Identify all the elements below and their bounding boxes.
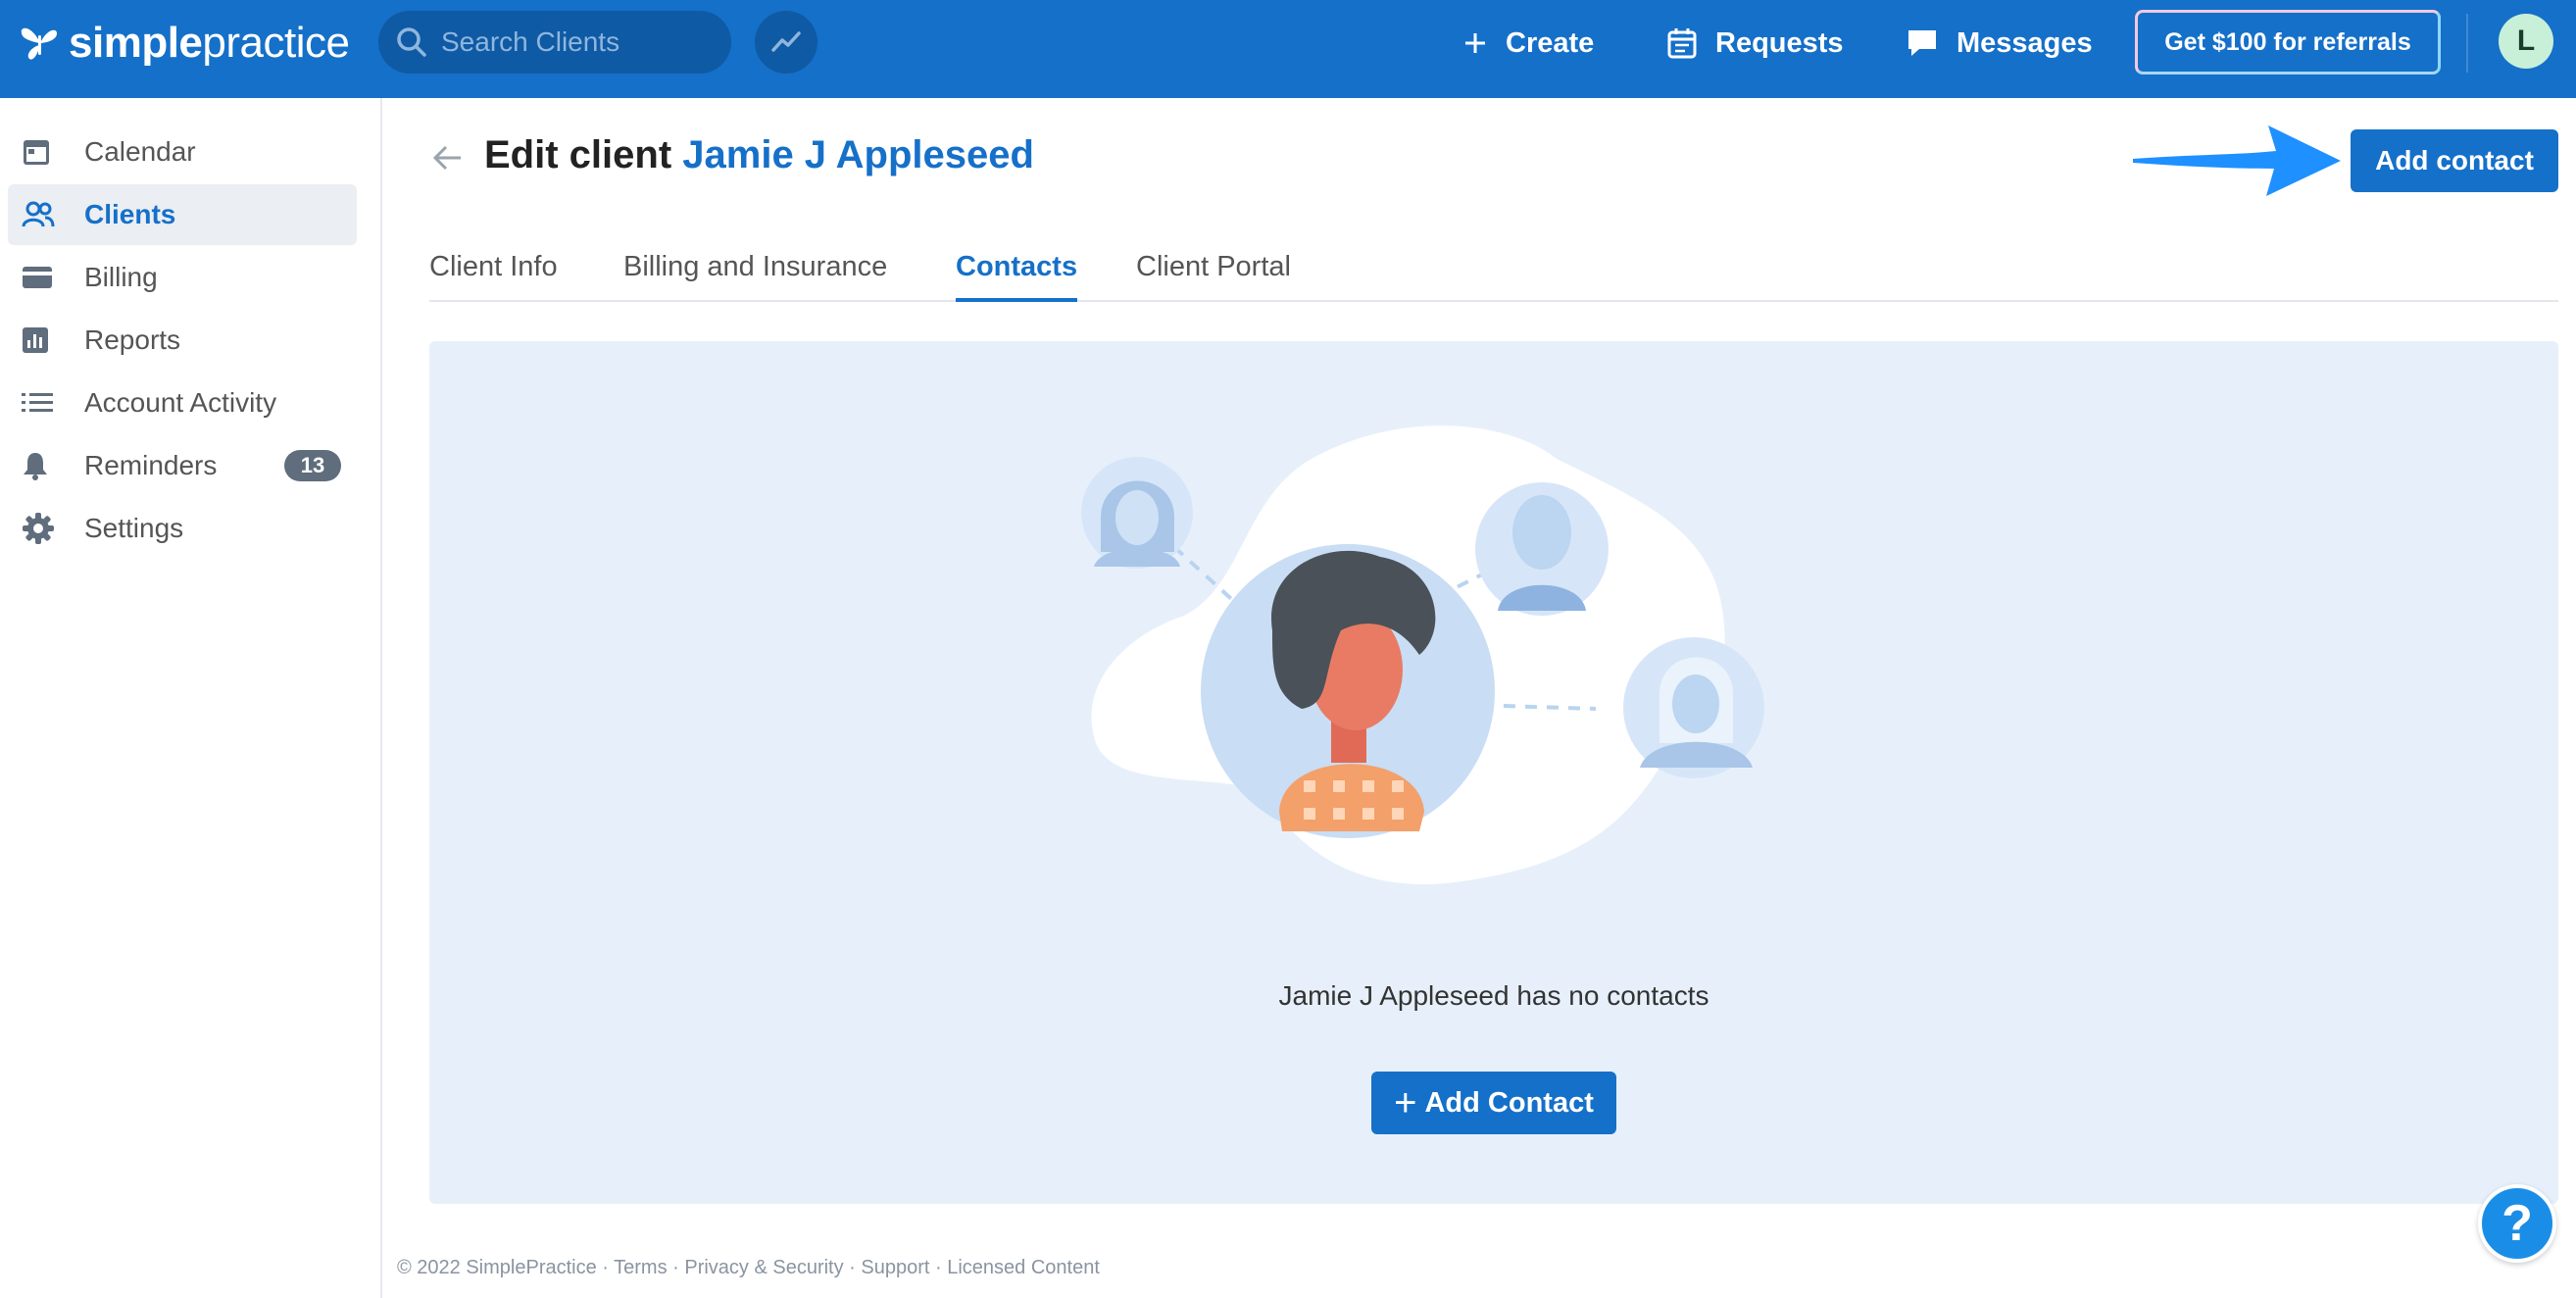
billing-icon [22, 265, 63, 290]
insights-button[interactable] [755, 11, 817, 74]
back-arrow-icon [432, 145, 461, 171]
no-contacts-message: Jamie J Appleseed has no contacts [1278, 980, 1709, 1011]
requests-button[interactable]: Requests [1666, 22, 1844, 65]
chat-bubble-icon [1908, 30, 1936, 56]
plus-icon [1465, 33, 1485, 53]
add-contact-button[interactable]: Add contact [2351, 129, 2558, 192]
gear-icon [22, 512, 63, 545]
list-icon [22, 391, 63, 415]
search-input[interactable] [441, 26, 706, 58]
calendar-icon [22, 137, 63, 167]
logo-wordmark: simplepractice [69, 19, 350, 67]
add-contact-label: Add Contact [1424, 1086, 1594, 1119]
title-prefix: Edit client [484, 133, 672, 176]
create-label: Create [1506, 26, 1595, 59]
sidebar-item-settings[interactable]: Settings [8, 498, 357, 559]
simplepractice-logo[interactable]: simplepractice [18, 14, 350, 73]
sidebar-item-label: Clients [84, 199, 176, 229]
create-button[interactable]: Create [1462, 22, 1594, 65]
annotation-arrow-icon [2133, 125, 2341, 196]
messages-button[interactable]: Messages [1906, 22, 2093, 65]
sidebar-item-label: Billing [84, 262, 158, 292]
add-contact-empty-state-button[interactable]: + Add Contact [1371, 1072, 1616, 1134]
tab-client-portal[interactable]: Client Portal [1136, 251, 1291, 302]
tab-contacts[interactable]: Contacts [956, 251, 1078, 302]
sidebar: Calendar Clients Billing Reports Account… [0, 98, 382, 1298]
sidebar-item-reports[interactable]: Reports [8, 310, 357, 371]
referral-button[interactable]: Get $100 for referrals [2135, 10, 2441, 75]
sidebar-item-label: Settings [84, 513, 184, 543]
plus-icon: + [1394, 1081, 1417, 1124]
tab-billing-and-insurance[interactable]: Billing and Insurance [623, 251, 887, 302]
search-clients-box[interactable] [378, 11, 731, 74]
sidebar-item-label: Reports [84, 324, 181, 355]
trend-line-icon [771, 31, 801, 52]
bell-icon [22, 451, 63, 480]
sidebar-item-account-activity[interactable]: Account Activity [8, 373, 357, 433]
sidebar-item-calendar[interactable]: Calendar [8, 122, 357, 182]
top-navigation-bar: simplepractice Create Requests [0, 0, 2576, 98]
client-tabs: Client Info Billing and Insurance Contac… [429, 243, 2558, 302]
topbar-divider [2466, 14, 2468, 73]
user-avatar[interactable]: L [2499, 14, 2553, 69]
help-button[interactable]: ? [2478, 1184, 2556, 1263]
clients-icon [22, 201, 63, 228]
sidebar-item-billing[interactable]: Billing [8, 247, 357, 308]
sidebar-item-label: Calendar [84, 136, 196, 167]
tab-client-info[interactable]: Client Info [429, 251, 558, 302]
messages-label: Messages [1957, 26, 2093, 59]
calendar-check-icon [1667, 28, 1697, 59]
reminders-count-badge: 13 [284, 450, 341, 481]
sidebar-item-label: Account Activity [84, 387, 277, 418]
sidebar-item-label: Reminders [84, 450, 218, 480]
butterfly-icon [21, 27, 57, 60]
client-name-link[interactable]: Jamie J Appleseed [682, 133, 1034, 176]
sidebar-item-clients[interactable]: Clients [8, 184, 357, 245]
footer-links[interactable]: © 2022 SimplePractice · Terms · Privacy … [397, 1257, 1100, 1279]
contacts-illustration [1081, 425, 1764, 884]
reports-icon [22, 326, 63, 354]
contacts-empty-state-panel: Jamie J Appleseed has no contacts + Add … [429, 341, 2558, 1204]
sidebar-item-reminders[interactable]: Reminders 13 [8, 435, 357, 496]
back-arrow-button[interactable] [431, 143, 465, 177]
search-icon [397, 27, 426, 57]
requests-label: Requests [1715, 26, 1844, 59]
page-title: Edit client Jamie J Appleseed [484, 133, 1034, 177]
